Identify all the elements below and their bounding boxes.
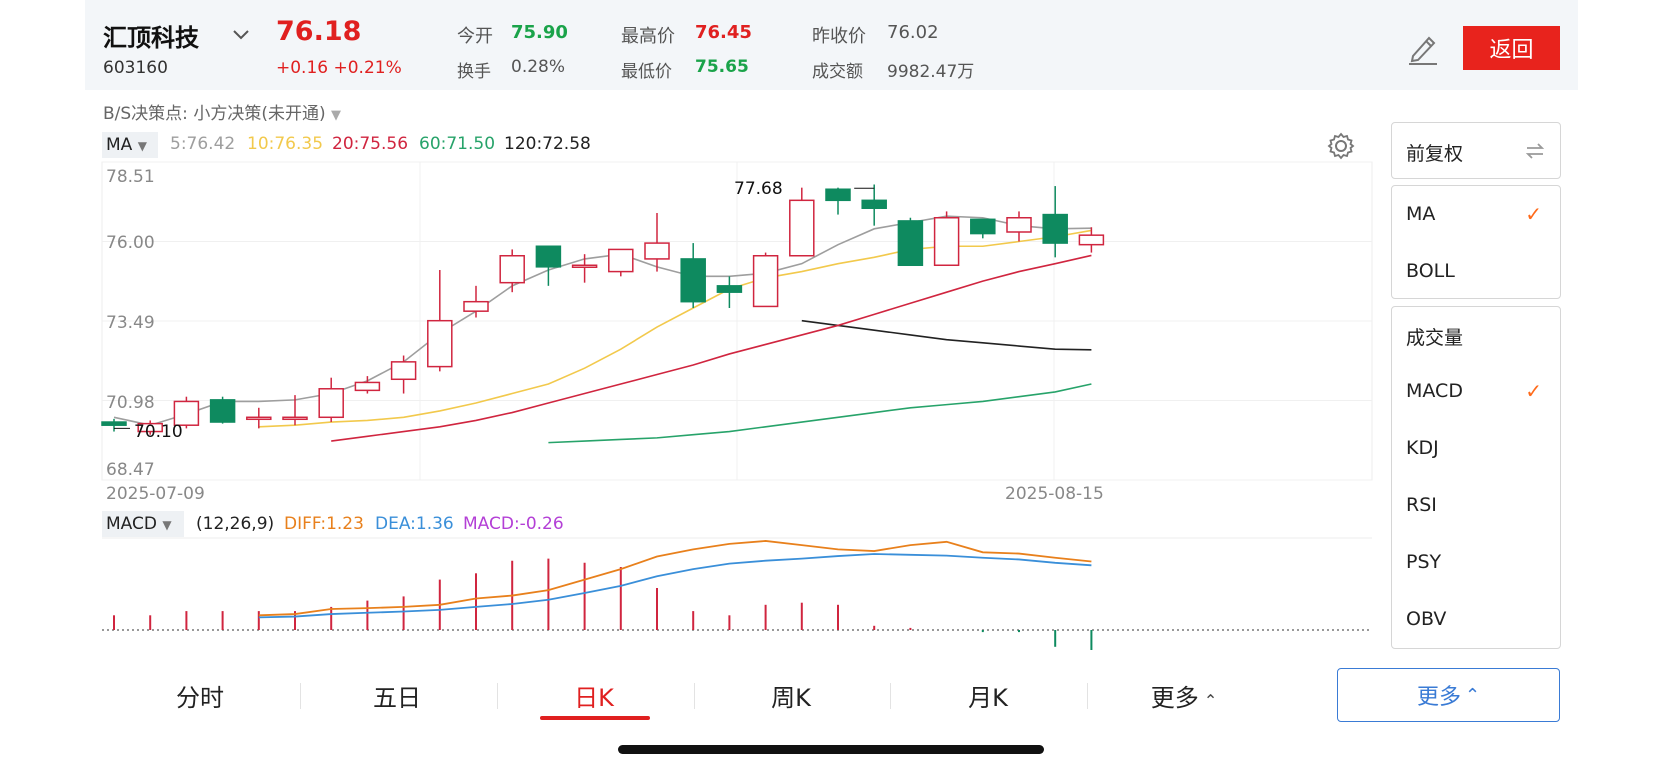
macd-diff: DIFF:1.23 (284, 514, 364, 534)
candle-body (752, 255, 779, 308)
active-tab-indicator (540, 716, 650, 720)
max-price-label: 77.68 (734, 179, 783, 199)
more-button-label: 更多 (1416, 684, 1461, 709)
x-mid-date: 2025-08-15 (1005, 484, 1104, 504)
sub-indicator-panel: 成交量 MACD ✓ KDJ RSI PSY OBV (1391, 306, 1561, 649)
indicator-label: BOLL (1406, 260, 1455, 282)
indicator-label: MACD (1406, 380, 1463, 402)
candle-body (1006, 216, 1032, 233)
chevron-up-icon: ⌃ (1464, 684, 1481, 705)
tab-monthly-k[interactable]: 月K (928, 678, 1048, 713)
adjust-selector[interactable]: 前复权 (1391, 122, 1561, 179)
triangle-down-icon: ▼ (162, 518, 172, 532)
indicator-label: PSY (1406, 551, 1442, 573)
candle-body (282, 416, 308, 421)
macd-selector-label: MACD (106, 514, 157, 534)
candle-body (933, 216, 960, 267)
candle-body (861, 199, 887, 209)
y-tick-label: 68.47 (106, 460, 155, 480)
macd-dea: DEA:1.36 (375, 514, 454, 534)
ma10-line (258, 229, 1092, 428)
tab-intraday[interactable]: 分时 (140, 678, 260, 713)
candle-body (644, 242, 670, 260)
candle-body (390, 361, 417, 381)
y-tick-label: 70.98 (106, 393, 155, 413)
edit-pencil-icon[interactable] (1407, 30, 1439, 66)
indicator-label: OBV (1406, 608, 1447, 630)
main-indicator-panel: MA ✓ BOLL (1391, 185, 1561, 299)
indicator-label: 成交量 (1406, 327, 1464, 349)
candle-body (246, 416, 272, 421)
tab-divider (300, 683, 301, 709)
candle-body (499, 255, 525, 284)
tab-divider (1087, 683, 1088, 709)
tab-divider (694, 683, 695, 709)
candle-body (680, 258, 706, 303)
candle-body (535, 245, 562, 268)
indicator-option-ma[interactable]: MA ✓ (1392, 186, 1560, 243)
kline-chart[interactable] (0, 0, 1390, 650)
candle-body (427, 319, 453, 368)
diff-line (258, 540, 1092, 617)
checkmark-icon: ✓ (1525, 379, 1542, 403)
macd-params: (12,26,9) (196, 514, 275, 534)
candle-body (608, 248, 634, 273)
candle-body (1078, 234, 1105, 246)
indicator-option-volume[interactable]: 成交量 (1392, 307, 1560, 364)
candle-body (970, 218, 996, 235)
tab-more-label: 更多 (1150, 684, 1199, 712)
candle-body (1042, 213, 1068, 244)
indicator-label: MA (1406, 203, 1436, 225)
chevron-up-icon: ⌃ (1198, 691, 1218, 710)
macd-value: MACD:-0.26 (463, 514, 564, 534)
ma60-line (548, 383, 1092, 444)
candle-body (789, 199, 815, 257)
min-price-label: 70.10 (134, 422, 183, 442)
ma120-line (801, 319, 1092, 351)
tab-more[interactable]: 更多 ⌃ (1124, 678, 1244, 713)
macd-selector[interactable]: MACD ▼ (102, 511, 184, 537)
y-tick-label: 76.00 (106, 233, 155, 253)
candle-body (354, 381, 381, 392)
indicator-option-boll[interactable]: BOLL (1392, 243, 1560, 300)
tab-divider (497, 683, 498, 709)
x-start-date: 2025-07-09 (106, 484, 205, 504)
indicator-label: KDJ (1406, 437, 1439, 459)
indicator-option-rsi[interactable]: RSI (1392, 478, 1560, 535)
indicator-option-macd[interactable]: MACD ✓ (1392, 364, 1560, 421)
indicator-option-kdj[interactable]: KDJ (1392, 421, 1560, 478)
candle-body (897, 220, 924, 267)
indicator-label: RSI (1406, 494, 1437, 516)
swap-icon (1525, 143, 1545, 159)
tab-five-day[interactable]: 五日 (337, 678, 457, 713)
candle-body (463, 300, 489, 312)
candle-body (209, 399, 236, 423)
indicator-option-obv[interactable]: OBV (1392, 592, 1560, 649)
candle-body (716, 285, 743, 293)
tab-divider (890, 683, 891, 709)
y-tick-label: 73.49 (106, 313, 155, 333)
candle-body (825, 188, 851, 202)
home-indicator (618, 745, 1044, 754)
candle-body (101, 421, 127, 426)
tab-weekly-k[interactable]: 周K (731, 678, 851, 713)
y-tick-label: 78.51 (106, 167, 155, 187)
more-button[interactable]: 更多 ⌃ (1337, 668, 1560, 722)
tab-daily-k[interactable]: 日K (534, 678, 654, 713)
candle-body (318, 388, 344, 419)
back-button[interactable]: 返回 (1463, 26, 1560, 70)
checkmark-icon: ✓ (1525, 202, 1542, 226)
indicator-option-psy[interactable]: PSY (1392, 535, 1560, 592)
adjust-label: 前复权 (1406, 143, 1464, 165)
candle-body (571, 264, 598, 269)
